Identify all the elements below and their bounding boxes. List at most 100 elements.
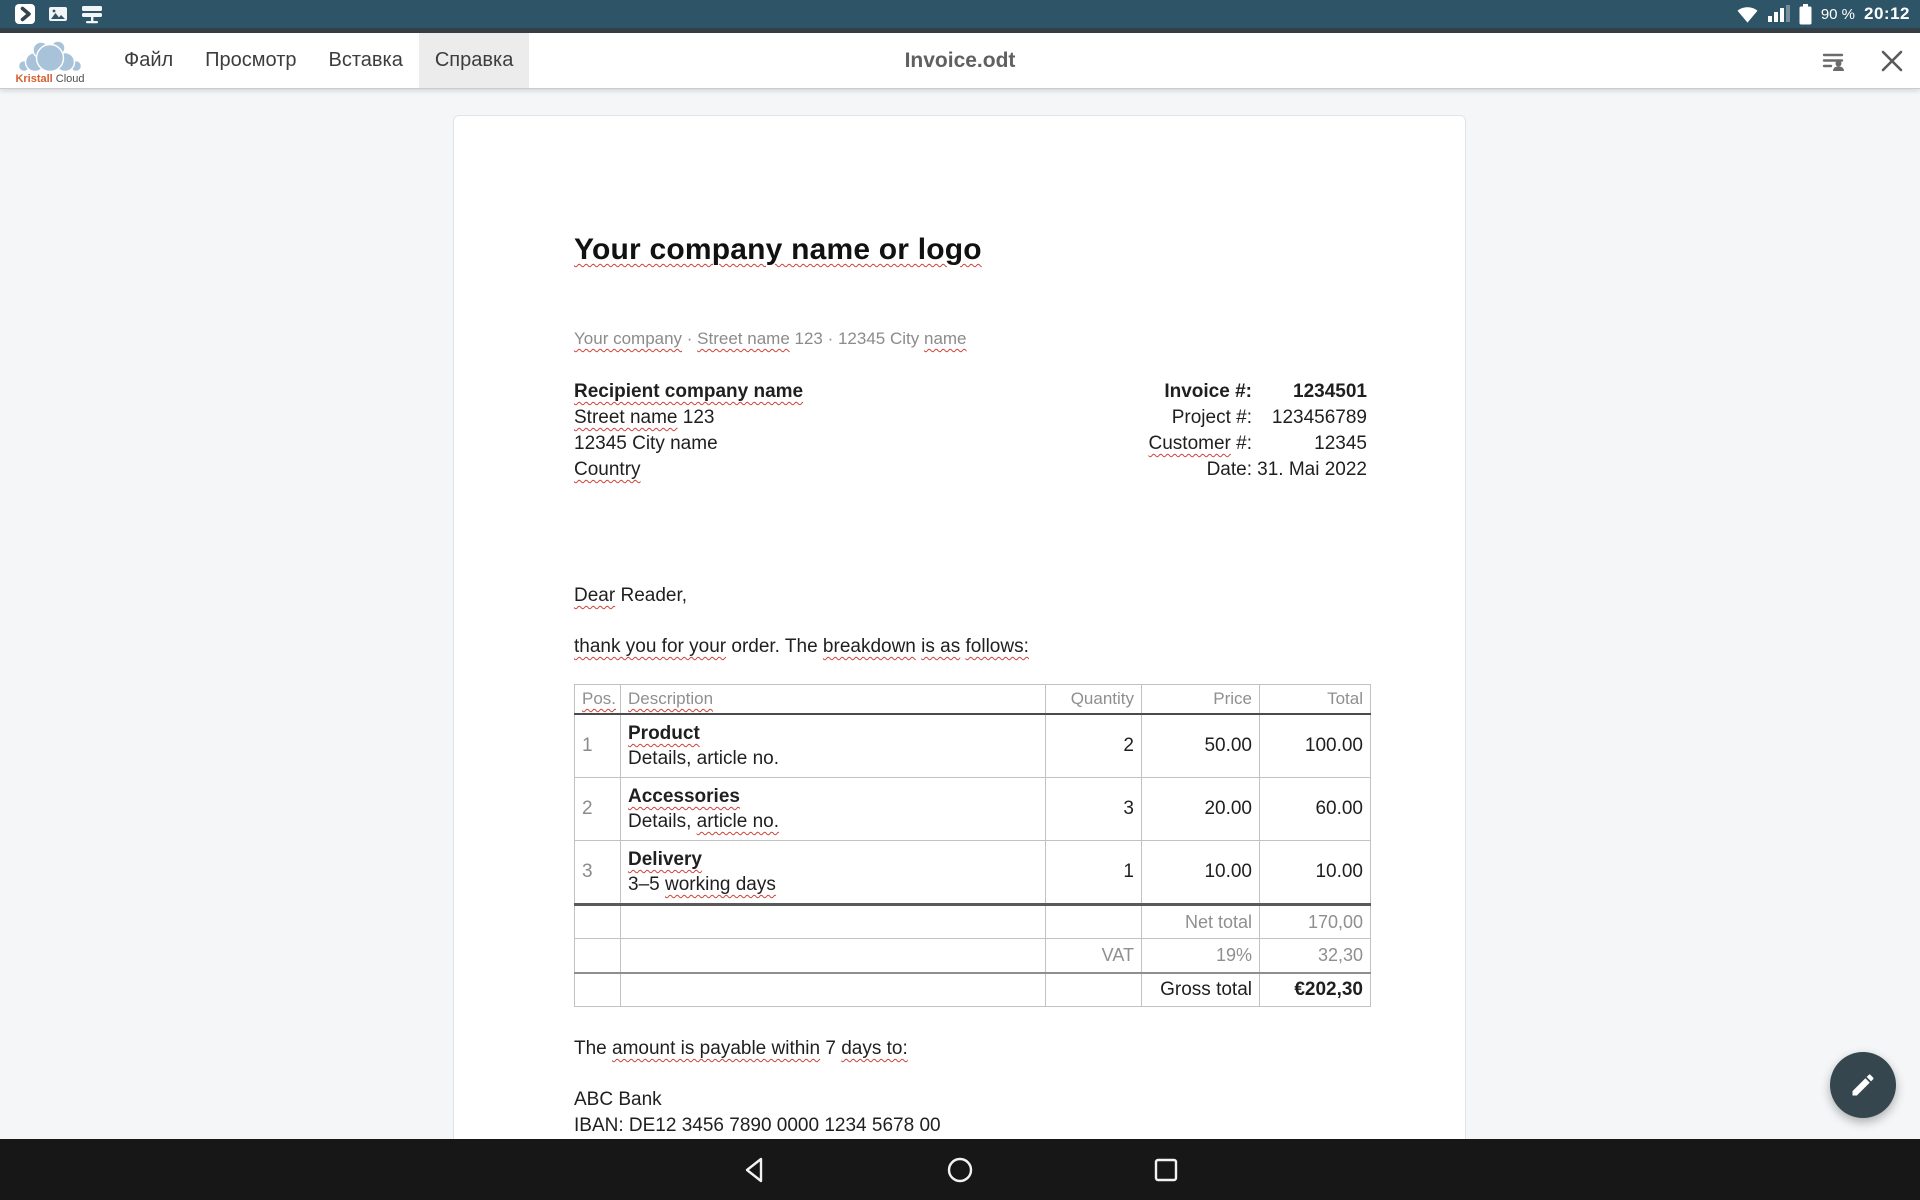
intro-seg: thank you for your	[574, 636, 726, 657]
date-label: Date:	[1207, 457, 1252, 483]
net-total-row: Net total 170,00	[575, 905, 1371, 939]
row-pos: 2	[575, 778, 621, 841]
item-detail: Details, article no.	[628, 746, 1038, 771]
customer-label-seg: Customer	[1149, 433, 1231, 454]
meta-row-project: Project #: 123456789	[1149, 405, 1367, 431]
recipient-company: Recipient company name	[574, 379, 803, 405]
item-detail-seg: 3–5	[628, 874, 665, 895]
row-pos: 1	[575, 714, 621, 778]
invoice-meta-block: Invoice #: 1234501 Project #: 123456789 …	[1149, 379, 1367, 483]
recipient-city: 12345 City name	[574, 431, 803, 457]
closing-seg: amount is payable within	[612, 1038, 820, 1059]
recipient-street-seg: Street name	[574, 407, 678, 428]
recipient-street-seg: 123	[678, 407, 715, 428]
present-icon	[80, 3, 104, 25]
sender-seg: Your company	[574, 329, 682, 348]
closing-seg: 7	[820, 1038, 841, 1059]
meta-row-customer: Customer #: 12345	[1149, 431, 1367, 457]
sender-seg: name	[924, 329, 967, 348]
item-total: 100.00	[1260, 714, 1371, 778]
invoice-items-table: Pos. Description Quantity Price Total 1 …	[574, 684, 1371, 1007]
document-view[interactable]: Your company name or logo Your company ·…	[0, 88, 1920, 1139]
toolbar-actions	[1821, 33, 1905, 88]
meta-row-invoice: Invoice #: 1234501	[1149, 379, 1367, 405]
brand-word-1: Kristall	[15, 73, 52, 85]
invoice-number-value: 1234501	[1252, 379, 1367, 405]
item-quantity: 3	[1046, 778, 1142, 841]
document-title: Invoice.odt	[905, 33, 1016, 88]
sender-seg: Street name	[697, 329, 790, 348]
table-row: 1 Product Details, article no. 2 50.00 1…	[575, 714, 1371, 778]
brand-word-2: Cloud	[56, 73, 85, 85]
home-button[interactable]	[943, 1153, 977, 1187]
recipient-country: Country	[574, 457, 641, 483]
sender-sep: ·	[682, 329, 697, 348]
menu-help[interactable]: Справка	[419, 33, 529, 88]
recents-button[interactable]	[1149, 1153, 1183, 1187]
vat-label: VAT	[1046, 939, 1142, 973]
battery-percent: 90 %	[1821, 6, 1855, 23]
net-total-value: 170,00	[1260, 905, 1371, 939]
android-nav-bar	[0, 1139, 1920, 1200]
edit-fab-button[interactable]	[1830, 1052, 1896, 1118]
address-meta-row: Recipient company name Street name 123 1…	[574, 379, 1367, 483]
menu-bar: Файл Просмотр Вставка Справка	[108, 33, 529, 88]
item-total: 60.00	[1260, 778, 1371, 841]
menu-view[interactable]: Просмотр	[189, 33, 312, 88]
table-row: 2 Accessories Details, article no. 3 20.…	[575, 778, 1371, 841]
project-number-label: Project #:	[1172, 405, 1252, 431]
customer-number-value: 12345	[1252, 431, 1367, 457]
invoice-number-label: Invoice #:	[1164, 379, 1252, 405]
battery-icon	[1799, 4, 1812, 25]
item-quantity: 1	[1046, 841, 1142, 905]
intro-seg: breakdown	[823, 636, 916, 657]
payment-terms-line: The amount is payable within 7 days to:	[574, 1036, 1367, 1062]
menu-insert[interactable]: Вставка	[313, 33, 419, 88]
chevron-app-icon	[14, 3, 36, 25]
back-button[interactable]	[737, 1153, 771, 1187]
status-bar-notification-icons	[0, 3, 104, 25]
item-total: 10.00	[1260, 841, 1371, 905]
col-header-quantity: Quantity	[1046, 685, 1142, 715]
greeting-seg: Reader,	[615, 585, 687, 606]
recents-icon	[1152, 1156, 1180, 1184]
col-header-price: Price	[1142, 685, 1260, 715]
vat-value: 32,30	[1260, 939, 1371, 973]
vat-row: VAT 19% 32,30	[575, 939, 1371, 973]
company-heading: Your company name or logo	[574, 233, 1367, 267]
item-detail: 3–5 working days	[628, 872, 1038, 897]
item-name: Delivery	[628, 849, 702, 870]
document-page: Your company name or logo Your company ·…	[453, 115, 1466, 1139]
intro-line: thank you for your order. The breakdown …	[574, 634, 1367, 660]
back-icon	[740, 1155, 768, 1185]
bank-name: ABC Bank	[574, 1087, 1367, 1113]
item-detail-seg: Details,	[628, 811, 697, 832]
item-name: Product	[628, 723, 700, 744]
table-header-row: Pos. Description Quantity Price Total	[575, 685, 1371, 715]
sender-seg: 123 · 12345 City	[790, 329, 924, 348]
iban-line: IBAN: DE12 3456 7890 0000 1234 5678 00	[574, 1113, 1367, 1139]
recipient-block: Recipient company name Street name 123 1…	[574, 379, 803, 483]
pencil-icon	[1849, 1071, 1877, 1099]
android-status-bar: 90 % 20:12	[0, 0, 1920, 28]
col-header-pos: Pos.	[582, 689, 616, 708]
col-header-description: Description	[628, 689, 713, 708]
intro-seg: follows:	[966, 636, 1029, 657]
collaborators-icon[interactable]	[1821, 48, 1847, 74]
intro-seg: order. The	[726, 636, 823, 657]
item-price: 20.00	[1142, 778, 1260, 841]
item-name: Accessories	[628, 786, 740, 807]
brand-logo: Kristall Cloud	[10, 33, 90, 88]
table-row: 3 Delivery 3–5 working days 1 10.00 10.0…	[575, 841, 1371, 905]
menu-file[interactable]: Файл	[108, 33, 189, 88]
gross-total-label: Gross total	[1142, 973, 1260, 1007]
gross-total-row: Gross total €202,30	[575, 973, 1371, 1007]
greeting-seg: Dear	[574, 585, 615, 606]
customer-number-label: Customer #:	[1149, 431, 1252, 457]
closing-seg: The	[574, 1038, 612, 1059]
close-icon[interactable]	[1879, 48, 1905, 74]
project-number-value: 123456789	[1252, 405, 1367, 431]
brand-name: Kristall Cloud	[15, 74, 84, 85]
sender-line: Your company · Street name 123 · 12345 C…	[574, 329, 1367, 349]
net-total-label: Net total	[1142, 905, 1260, 939]
